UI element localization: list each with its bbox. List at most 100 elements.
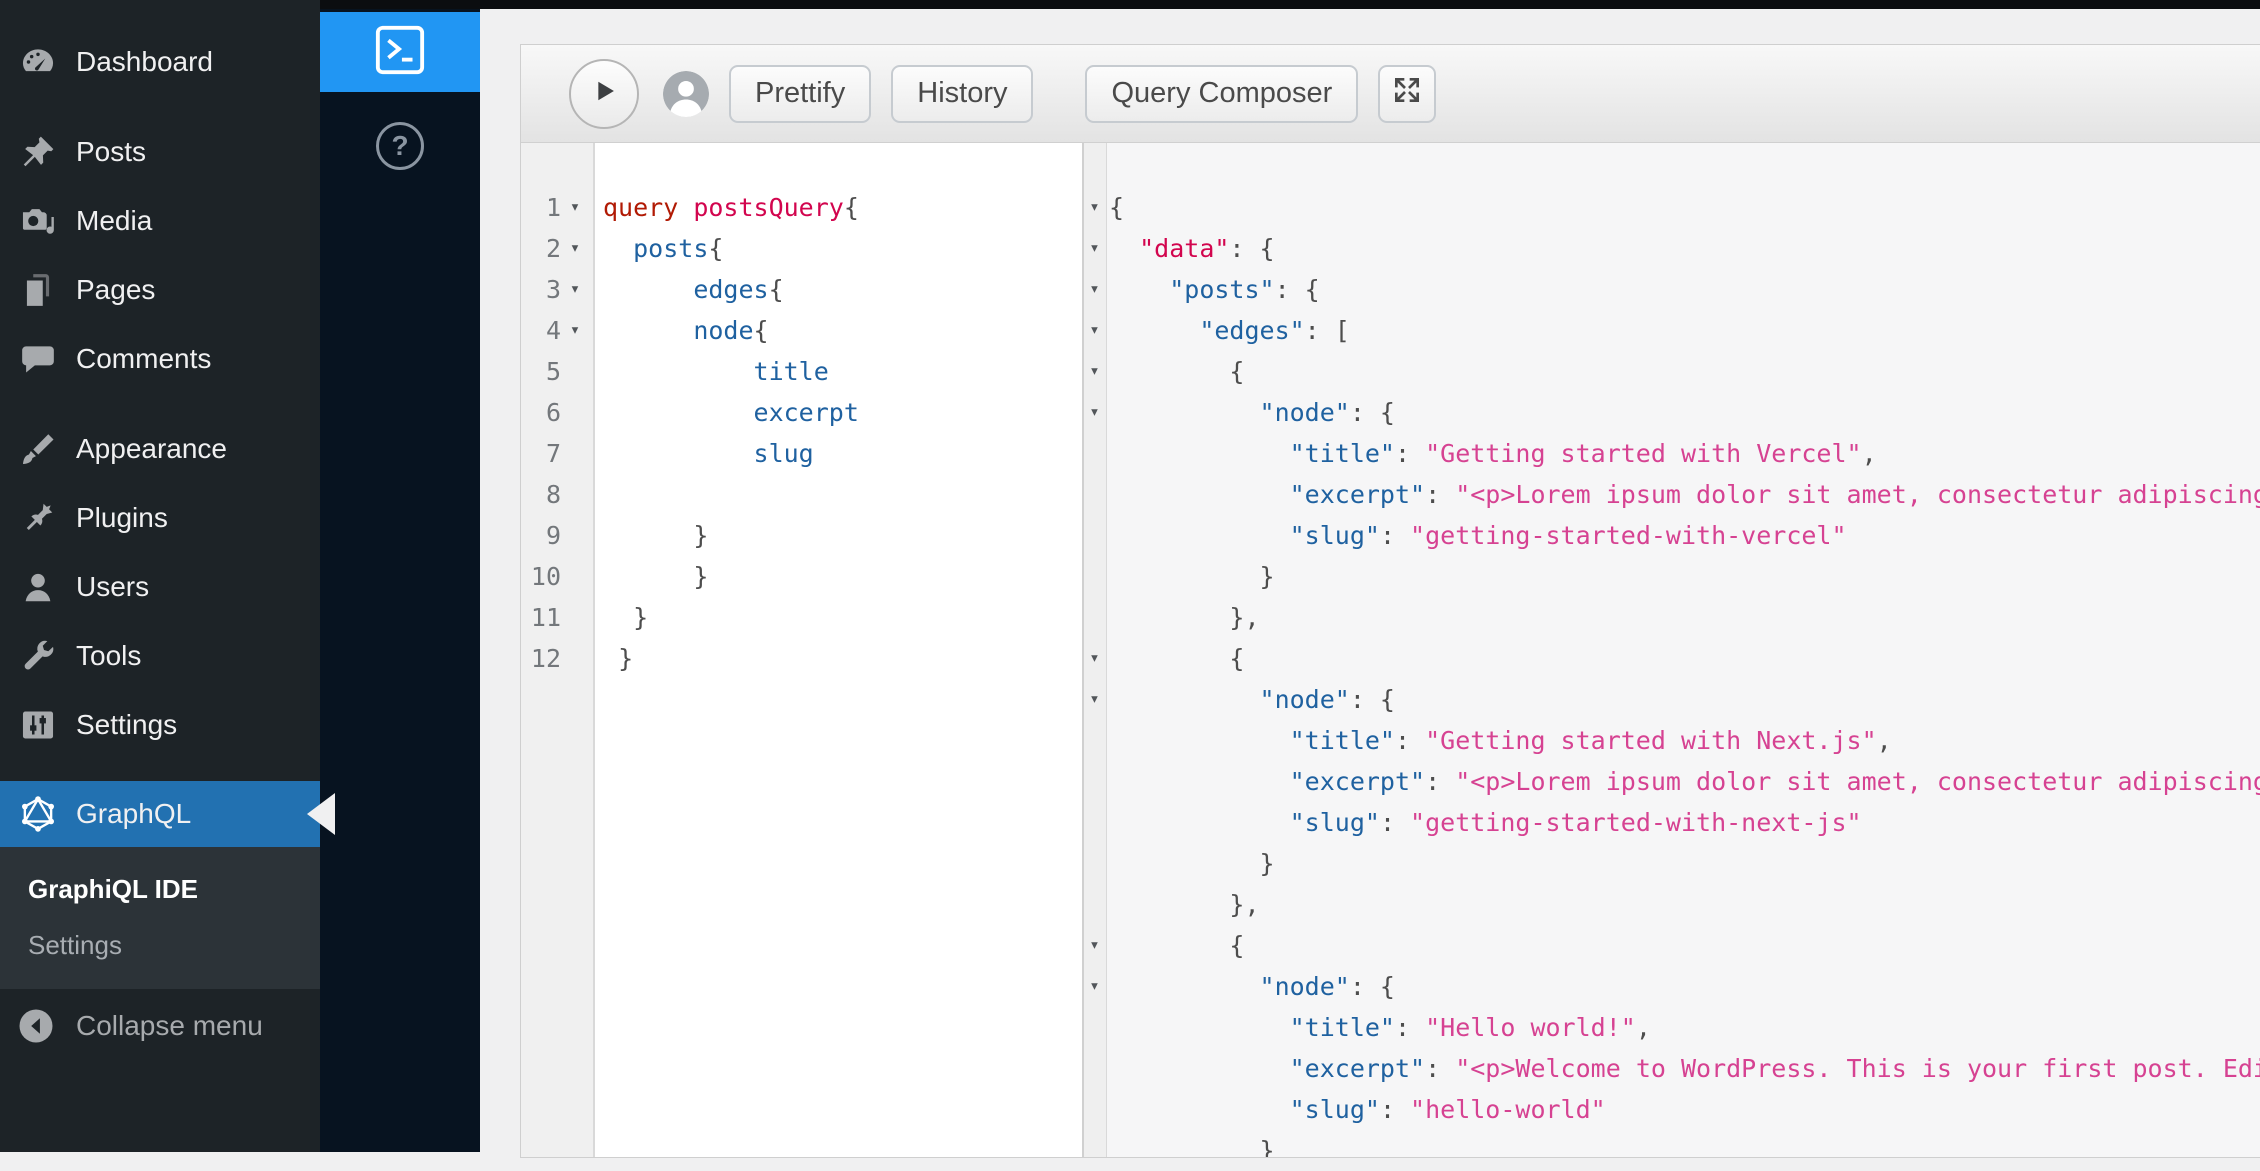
gutter-row: ▾ — [1084, 392, 1106, 433]
rail-item-graphiql-terminal[interactable] — [320, 12, 480, 92]
gutter-row: ▾ — [1084, 679, 1106, 720]
sidebar-item-comments[interactable]: Comments — [0, 324, 320, 393]
fold-spacer — [1084, 515, 1105, 556]
admin-content: Prettify History Query Composer 1▾2▾3▾4▾… — [480, 0, 2260, 1152]
gutter-row: 2▾ — [521, 228, 593, 269]
code-line: node{ — [603, 310, 1082, 351]
gutter-row — [1084, 1007, 1106, 1048]
gutter-row: 4▾ — [521, 310, 593, 351]
help-glyph: ? — [391, 130, 408, 162]
sidebar-item-posts[interactable]: Posts — [0, 117, 320, 186]
collapse-circle-arrow-icon — [16, 1006, 56, 1046]
collapse-menu-button[interactable]: Collapse menu — [0, 991, 320, 1060]
code-line: }, — [1109, 597, 2260, 638]
sidebar-item-appearance[interactable]: Appearance — [0, 414, 320, 483]
prettify-button[interactable]: Prettify — [729, 65, 871, 123]
fold-spacer — [561, 597, 589, 638]
query-composer-button[interactable]: Query Composer — [1085, 65, 1358, 123]
sidebar-item-tools[interactable]: Tools — [0, 621, 320, 690]
graphiql-toolbar: Prettify History Query Composer — [521, 45, 2260, 143]
sidebar-item-label: GraphQL — [76, 798, 191, 830]
help-circle-icon[interactable]: ? — [376, 122, 424, 170]
menu-separator — [0, 96, 320, 117]
query-editor[interactable]: query postsQuery{ posts{ edges{ node{ ti… — [595, 143, 1082, 1157]
fullscreen-button[interactable] — [1378, 65, 1436, 123]
fold-arrow-icon[interactable]: ▾ — [1084, 638, 1105, 679]
line-number: 7 — [521, 433, 561, 474]
sidebar-item-settings[interactable]: Settings — [0, 690, 320, 759]
fold-arrow-icon[interactable]: ▾ — [1084, 966, 1105, 1007]
history-button[interactable]: History — [891, 65, 1033, 123]
code-line: } — [603, 515, 1082, 556]
line-number: 8 — [521, 474, 561, 515]
graphql-logo-icon — [16, 792, 60, 836]
code-line: "excerpt": "<p>Welcome to WordPress. Thi… — [1109, 1048, 2260, 1089]
code-line: { — [1109, 187, 2260, 228]
fold-arrow-icon[interactable]: ▾ — [1084, 187, 1105, 228]
gutter-row: 7 — [521, 433, 593, 474]
gutter-row: ▾ — [1084, 925, 1106, 966]
code-line: } — [1109, 1130, 2260, 1157]
fold-spacer — [561, 556, 589, 597]
fold-arrow-icon[interactable]: ▾ — [1084, 228, 1105, 269]
gutter-row: 5 — [521, 351, 593, 392]
fold-spacer — [1084, 720, 1105, 761]
plug-icon — [16, 496, 60, 540]
sidebar-item-graphql[interactable]: GraphQL — [0, 781, 320, 847]
dashboard-gauge-icon — [16, 40, 60, 84]
code-line: "title": "Hello world!", — [1109, 1007, 2260, 1048]
sidebar-item-label: Comments — [76, 343, 211, 375]
fold-arrow-icon[interactable]: ▾ — [1084, 269, 1105, 310]
code-line: "edges": [ — [1109, 310, 2260, 351]
line-number: 12 — [521, 638, 561, 679]
gutter-row — [1084, 843, 1106, 884]
gutter-row: ▾ — [1084, 187, 1106, 228]
code-line: { — [1109, 638, 2260, 679]
fold-arrow-icon[interactable]: ▾ — [1084, 679, 1105, 720]
collapse-menu-label: Collapse menu — [76, 1010, 263, 1042]
fold-arrow-icon[interactable]: ▾ — [561, 269, 589, 310]
code-line: { — [1109, 351, 2260, 392]
sidebar-item-label: Settings — [76, 709, 177, 741]
execute-query-button[interactable] — [569, 59, 639, 129]
fold-arrow-icon[interactable]: ▾ — [1084, 392, 1105, 433]
fold-spacer — [1084, 1130, 1105, 1171]
code-line: excerpt — [603, 392, 1082, 433]
graphql-submenu: GraphiQL IDE Settings — [0, 847, 320, 989]
fold-spacer — [1084, 761, 1105, 802]
code-line: "node": { — [1109, 966, 2260, 1007]
gutter-row: 10 — [521, 556, 593, 597]
camera-icon — [16, 199, 60, 243]
result-viewer[interactable]: { "data": { "posts": { "edges": [ { "nod… — [1107, 143, 2260, 1157]
sidebar-item-media[interactable]: Media — [0, 186, 320, 255]
menu-separator — [0, 393, 320, 414]
fold-arrow-icon[interactable]: ▾ — [561, 228, 589, 269]
sidebar-item-pages[interactable]: Pages — [0, 255, 320, 324]
fold-spacer — [1084, 1089, 1105, 1130]
fold-arrow-icon[interactable]: ▾ — [561, 187, 589, 228]
sidebar-item-users[interactable]: Users — [0, 552, 320, 621]
gutter-row: ▾ — [1084, 310, 1106, 351]
fold-arrow-icon[interactable]: ▾ — [1084, 925, 1105, 966]
gutter-row — [1084, 433, 1106, 474]
code-line: "slug": "getting-started-with-next-js" — [1109, 802, 2260, 843]
user-icon — [16, 565, 60, 609]
gutter-row — [1084, 556, 1106, 597]
submenu-item-graphiql-ide[interactable]: GraphiQL IDE — [0, 861, 320, 917]
sidebar-item-plugins[interactable]: Plugins — [0, 483, 320, 552]
code-line: { — [1109, 925, 2260, 966]
submenu-item-settings[interactable]: Settings — [0, 917, 320, 973]
code-line: "node": { — [1109, 679, 2260, 720]
sidebar-item-dashboard[interactable]: Dashboard — [0, 27, 320, 96]
gutter-row — [1084, 884, 1106, 925]
gutter-row — [1084, 1089, 1106, 1130]
gutter-row — [1084, 1048, 1106, 1089]
code-line: } — [603, 638, 1082, 679]
gutter-row — [1084, 1130, 1106, 1171]
code-line: title — [603, 351, 1082, 392]
code-line: } — [603, 597, 1082, 638]
fold-arrow-icon[interactable]: ▾ — [1084, 351, 1105, 392]
gutter-row: 3▾ — [521, 269, 593, 310]
fold-arrow-icon[interactable]: ▾ — [561, 310, 589, 351]
fold-arrow-icon[interactable]: ▾ — [1084, 310, 1105, 351]
